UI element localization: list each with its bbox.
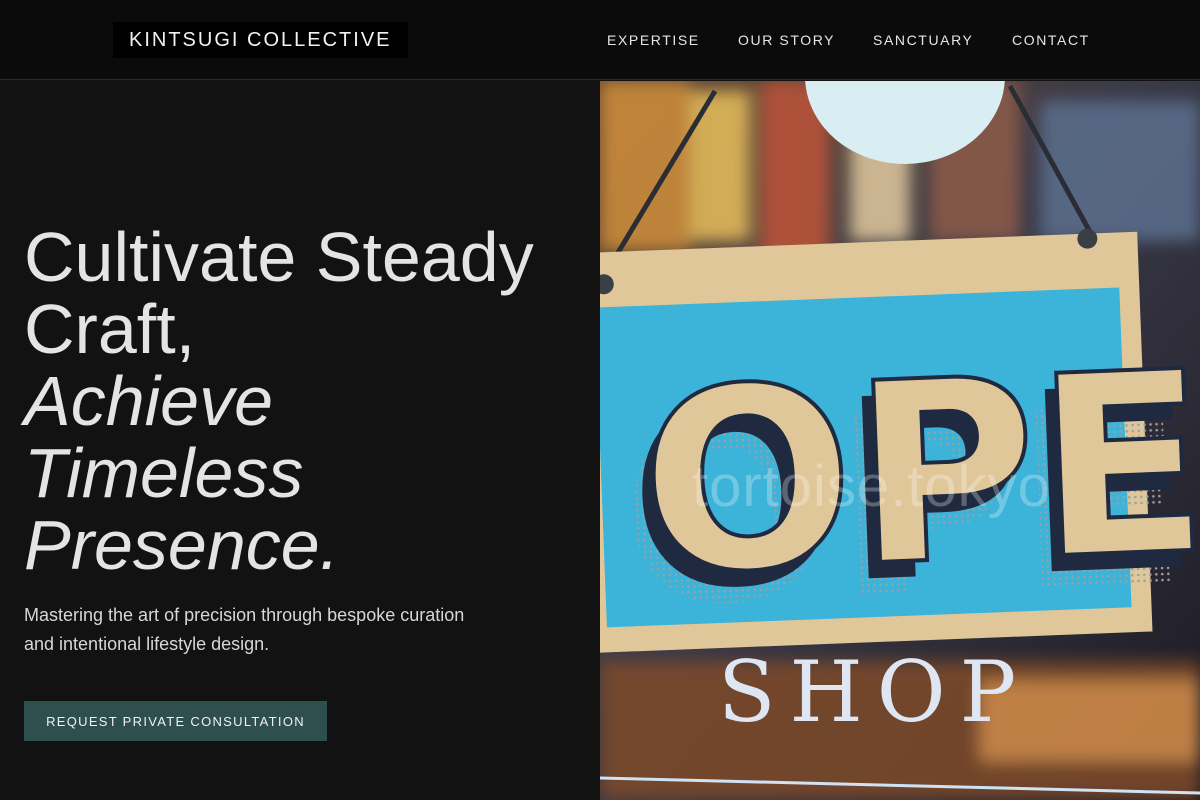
- nav-our-story[interactable]: OUR STORY: [738, 31, 835, 49]
- request-consultation-button[interactable]: REQUEST PRIVATE CONSULTATION: [24, 701, 327, 741]
- headline-line: Cultivate Steady: [24, 218, 534, 296]
- hero-section: Cultivate Steady Craft, Achieve Timeless…: [0, 81, 600, 800]
- hero-headline: Cultivate Steady Craft, Achieve Timeless…: [24, 221, 584, 581]
- headline-italic-line: Achieve: [24, 362, 274, 440]
- hero-subtext: Mastering the art of precision through b…: [24, 605, 465, 654]
- image-watermark: tortoise.tokyo: [692, 454, 1051, 519]
- headline-italic-line: Timeless: [24, 434, 304, 512]
- door-shop-text: SHOP: [718, 643, 1030, 741]
- headline-italic-line: Presence.: [24, 506, 340, 584]
- nav-expertise[interactable]: EXPERTISE: [607, 31, 700, 49]
- headline-line: Craft,: [24, 290, 196, 368]
- hero-image: OPEN OPEN OPEN SHOP tortoise.tokyo: [600, 81, 1200, 800]
- nav-sanctuary[interactable]: SANCTUARY: [873, 31, 974, 49]
- open-sign-photo: OPEN OPEN OPEN SHOP: [600, 81, 1200, 800]
- nav-contact[interactable]: CONTACT: [1012, 31, 1090, 49]
- main-nav: EXPERTISE OUR STORY SANCTUARY CONTACT: [0, 31, 1200, 51]
- site-header: KINTSUGI COLLECTIVE EXPERTISE OUR STORY …: [0, 0, 1200, 80]
